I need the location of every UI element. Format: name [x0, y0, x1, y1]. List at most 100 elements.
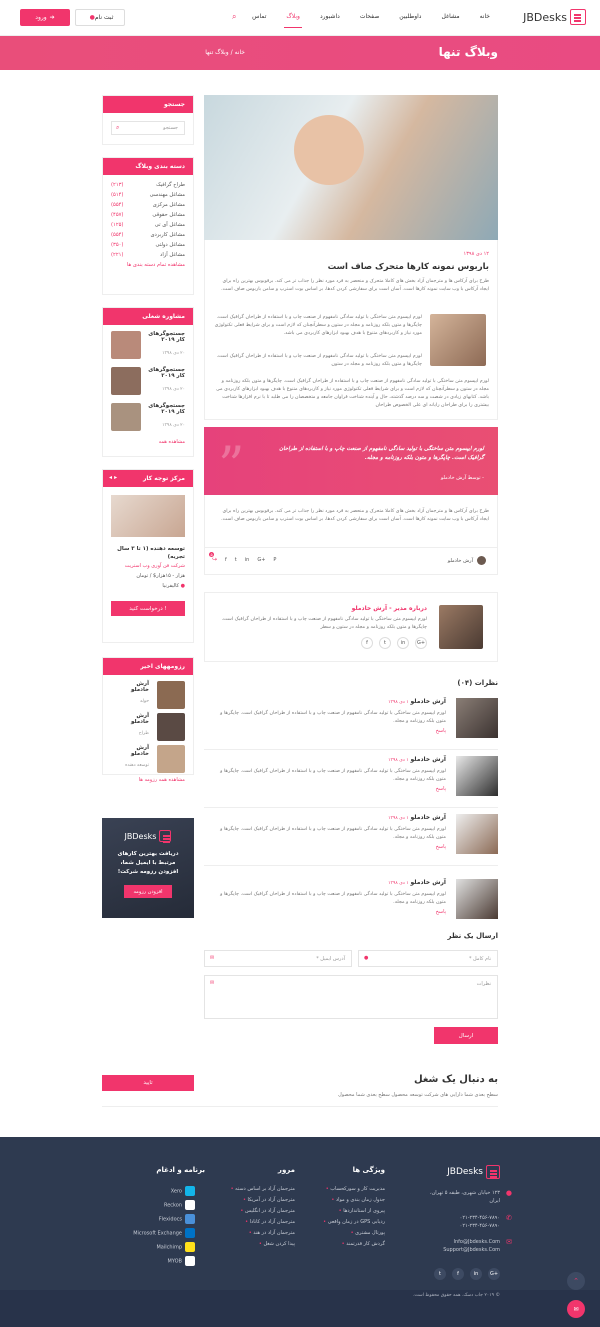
- share-icon[interactable]: ↪ ۵: [209, 552, 217, 563]
- apply-button[interactable]: درخواست کنید !: [111, 601, 185, 616]
- category-item[interactable]: مشاغل حقوقی (۴۵۷): [103, 210, 193, 220]
- name-field[interactable]: نام کامل * ●: [358, 950, 498, 967]
- googleplus-icon[interactable]: G+: [257, 557, 265, 563]
- footer-email[interactable]: Info@Jbdesks.Com: [418, 1238, 500, 1246]
- linkedin-icon[interactable]: in: [470, 1268, 482, 1280]
- resume-name[interactable]: آرش خادملو: [119, 745, 149, 757]
- pinterest-icon[interactable]: P: [273, 557, 276, 563]
- footer-link[interactable]: مترجمان آزاد در کانادا: [205, 1219, 295, 1225]
- footer-link[interactable]: مترجمان آزاد در هند: [205, 1230, 295, 1236]
- app-item[interactable]: Reckon: [105, 1200, 195, 1210]
- comment-author: آرش خادملو: [410, 756, 446, 763]
- register-button[interactable]: ● ثبت نام: [75, 9, 125, 26]
- featured-job-company[interactable]: شرکت فن آوری وب استریت: [103, 561, 193, 571]
- nav-dashboard[interactable]: داشبورد: [310, 13, 350, 20]
- post-author[interactable]: آرش خادملو: [448, 556, 486, 565]
- nav-contact[interactable]: تماس: [242, 13, 276, 20]
- app-item[interactable]: MYOB: [105, 1256, 195, 1266]
- resume-name[interactable]: آرش خادملو: [119, 681, 149, 693]
- category-item[interactable]: مشاغل مهندسی (۵۱۴): [103, 190, 193, 200]
- footer-email[interactable]: Support@Jbdesks.Com: [418, 1246, 500, 1254]
- advice-more-link[interactable]: مشاهده همه: [103, 437, 193, 447]
- reply-button[interactable]: پاسخ: [436, 909, 446, 915]
- nav-pages[interactable]: صفحات: [350, 13, 389, 20]
- categories-more-link[interactable]: مشاهده تمام دسته بندی ها: [103, 260, 193, 270]
- recent-resumes-widget: رزومههای اخیر آرش خادملو حوله آرش خادملو…: [102, 657, 194, 783]
- email-field[interactable]: آدرس ایمیل * ✉: [204, 950, 352, 967]
- footer-link[interactable]: مترجمان آزاد بر اساس دسته: [205, 1186, 295, 1192]
- search-icon[interactable]: ⌕: [116, 124, 119, 132]
- linkedin-icon[interactable]: in: [245, 557, 250, 563]
- comment-date: ۱ دی ۱۳۹۸: [388, 700, 409, 705]
- login-button[interactable]: ورود ➔: [20, 9, 70, 26]
- footer-link[interactable]: پیروی از استانداردها: [295, 1208, 385, 1214]
- footer-link[interactable]: مترجمان آزاد در انگلیس: [205, 1208, 295, 1214]
- twitter-icon[interactable]: t: [434, 1268, 446, 1280]
- advice-item[interactable]: جستجوگرهای کار ۲۰۱۹ ۲۰ دی ۱۳۹۸: [103, 365, 193, 401]
- footer-link[interactable]: جدول زمان بندی و مواد: [295, 1197, 385, 1203]
- resume-item[interactable]: آرش خادملو طراح: [103, 713, 193, 745]
- advice-item[interactable]: جستجوگرهای کار ۲۰۱۹ ۲۰ دی ۱۳۹۸: [103, 329, 193, 365]
- twitter-icon[interactable]: t: [379, 637, 391, 649]
- category-count: (۵۵۴): [111, 232, 124, 238]
- category-item[interactable]: مشاغل دولتی (۳۵۰): [103, 240, 193, 250]
- resume-item[interactable]: آرش خادملو حوله: [103, 681, 193, 713]
- footer-link[interactable]: مدیریت کار و سورکحساب: [295, 1186, 385, 1192]
- resume-item[interactable]: آرش خادملو توسعه دهنده: [103, 745, 193, 777]
- app-item[interactable]: Mailchimp: [105, 1242, 195, 1252]
- resumes-more-link[interactable]: مشاهده همه رزومه ها: [103, 777, 193, 783]
- app-item[interactable]: Flexidocs: [105, 1214, 195, 1224]
- nav-jobs[interactable]: مشاغل: [431, 13, 469, 20]
- footer-phone[interactable]: ۰۲۱-۲۳۴-۴۵۶-۷۸۹۰: [418, 1214, 500, 1222]
- googleplus-icon[interactable]: G+: [488, 1268, 500, 1280]
- footer-emails: ✉ Info@Jbdesks.Com Support@Jbdesks.Com: [418, 1238, 512, 1254]
- site-logo[interactable]: JBDesks: [523, 9, 586, 25]
- advice-title[interactable]: جستجوگرهای کار ۲۰۱۹: [145, 331, 185, 343]
- carousel-arrows[interactable]: ◂ ▸: [109, 474, 117, 481]
- resume-name[interactable]: آرش خادملو: [119, 713, 149, 725]
- footer-link[interactable]: پورتال مشتری: [295, 1230, 385, 1236]
- category-item[interactable]: مشاغل کاربردی (۵۵۴): [103, 230, 193, 240]
- footer-link[interactable]: گردش کار قدرتمند: [295, 1241, 385, 1247]
- submit-comment-button[interactable]: ارسال: [434, 1027, 498, 1044]
- facebook-icon[interactable]: f: [225, 557, 227, 563]
- linkedin-icon[interactable]: in: [397, 637, 409, 649]
- reply-button[interactable]: پاسخ: [436, 786, 446, 792]
- twitter-icon[interactable]: t: [235, 557, 237, 563]
- reply-button[interactable]: پاسخ: [436, 844, 446, 850]
- back-to-top-icon[interactable]: ⌃: [567, 1272, 585, 1290]
- advice-item[interactable]: جستجوگرهای کار ۲۰۱۹ ۲۰ دی ۱۳۹۸: [103, 401, 193, 437]
- category-item[interactable]: مشاغل آزاد (۲۲۱): [103, 250, 193, 260]
- chat-icon[interactable]: ✉: [567, 1300, 585, 1318]
- advice-title[interactable]: جستجوگرهای کار ۲۰۱۹: [145, 403, 185, 415]
- breadcrumb-home[interactable]: خانه: [235, 49, 245, 56]
- advice-title[interactable]: جستجوگرهای کار ۲۰۱۹: [145, 367, 185, 379]
- job-search-button[interactable]: تایید: [102, 1075, 194, 1091]
- app-item[interactable]: Microsoft Exchange: [105, 1228, 195, 1238]
- reply-button[interactable]: پاسخ: [436, 728, 446, 734]
- footer-link[interactable]: پیدا کردن شغل: [205, 1241, 295, 1247]
- footer-bottom: [0, 1290, 600, 1327]
- footer-logo[interactable]: JBDesks: [447, 1165, 500, 1179]
- footer-link[interactable]: ردیابی GPS در زمان واقعی: [295, 1219, 385, 1225]
- nav-blog[interactable]: وبلاگ: [276, 13, 310, 28]
- xero-icon: [185, 1186, 195, 1196]
- search-icon[interactable]: ⌕: [232, 12, 236, 22]
- googleplus-icon[interactable]: G+: [415, 637, 427, 649]
- nav-home[interactable]: خانه: [470, 13, 500, 20]
- category-item[interactable]: مشاغل مرکزی (۵۵۴): [103, 200, 193, 210]
- footer-phone[interactable]: ۰۲۱-۲۳۴-۴۵۶-۷۸۹۰: [418, 1222, 500, 1230]
- category-item[interactable]: مشاغل آی تی (۱۲۵): [103, 220, 193, 230]
- app-item[interactable]: Xero: [105, 1186, 195, 1196]
- facebook-icon[interactable]: f: [361, 637, 373, 649]
- flexidocs-icon: [185, 1214, 195, 1224]
- facebook-icon[interactable]: f: [452, 1268, 464, 1280]
- comment-item: آرش خادملو ۱ دی ۱۳۹۸ لورم ایپسوم متن ساخ…: [204, 750, 498, 808]
- featured-job-name[interactable]: توسعه دهنده (۱ تا ۳ سال تجربه): [103, 545, 193, 561]
- category-item[interactable]: طراح گرافیک (۲۱۳): [103, 180, 193, 190]
- sidebar-search-input[interactable]: جستجو ⌕: [111, 121, 185, 135]
- add-resume-button[interactable]: افزودن رزومه: [124, 885, 172, 898]
- nav-candidates[interactable]: داوطلبین: [389, 13, 431, 20]
- footer-link[interactable]: مترجمان آزاد در آمریکا: [205, 1197, 295, 1203]
- comment-textarea[interactable]: نظرات ✉: [204, 975, 498, 1019]
